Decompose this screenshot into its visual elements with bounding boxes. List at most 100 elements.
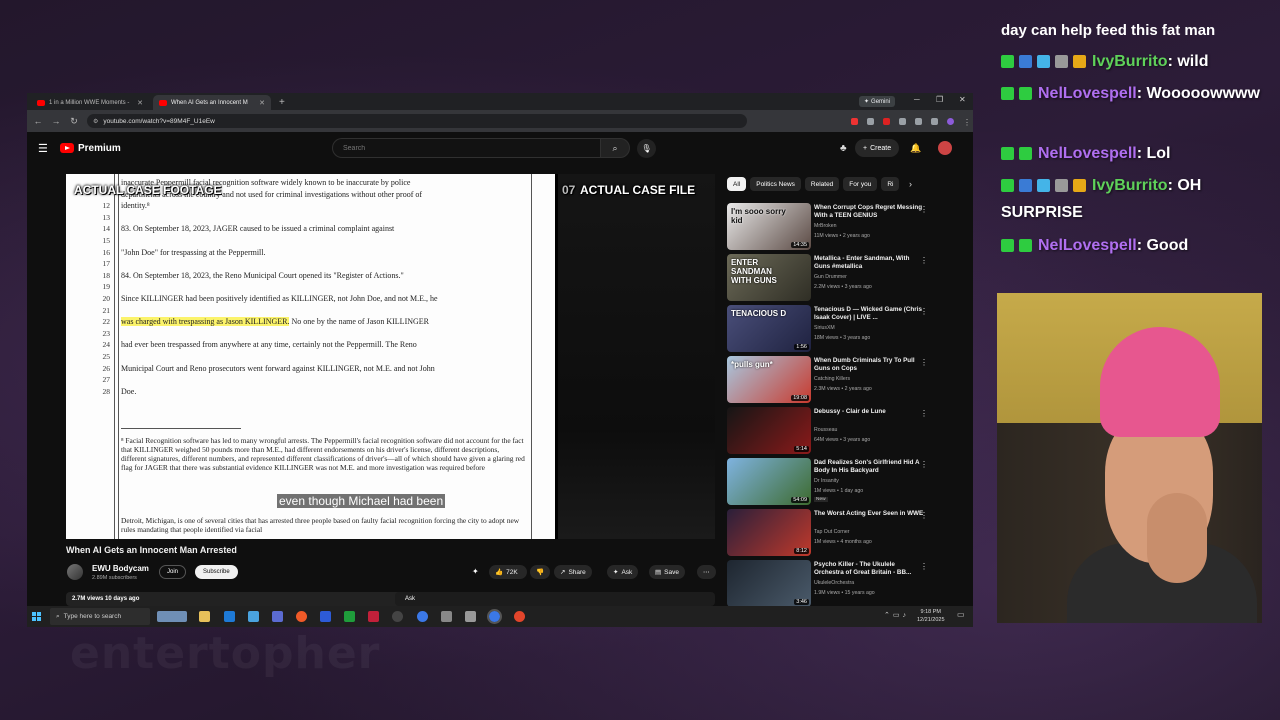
join-button[interactable]: Join (159, 565, 187, 579)
app-icon[interactable] (514, 611, 525, 622)
chrome-icon[interactable] (417, 611, 428, 622)
excel-icon[interactable] (344, 611, 355, 622)
minimize-icon[interactable]: ─ (914, 95, 920, 104)
browser-tab-1[interactable]: 1 in a Million WWE Moments - ✕ (31, 95, 149, 110)
cast-icon[interactable]: ♣ (840, 143, 847, 154)
filter-chip[interactable]: All (727, 177, 747, 191)
dislike-button[interactable]: 👎 (530, 565, 551, 579)
recommendation-channel[interactable]: UkuleleOrchestra (814, 580, 854, 586)
windows-start-icon[interactable] (32, 612, 41, 621)
edge-icon[interactable] (224, 611, 235, 622)
more-options-icon[interactable]: ⋮ (920, 409, 928, 418)
voice-search-button[interactable]: 🎙 (637, 138, 656, 158)
recommendation-item[interactable]: TENACIOUS D 1:56 Tenacious D — Wicked Game… (727, 305, 939, 353)
url-field[interactable]: ⚙ youtube.com/watch?v=89M4F_U1eEw (87, 114, 747, 128)
chevron-right-icon[interactable]: › (909, 179, 912, 189)
file-explorer-icon[interactable] (199, 611, 210, 622)
app-icon[interactable] (272, 611, 283, 622)
gemini-button[interactable]: ✦ Gemini (859, 96, 896, 107)
sparkle-icon[interactable]: ✦ (472, 567, 479, 576)
youtube-logo[interactable]: Premium (60, 143, 121, 154)
search-input[interactable] (332, 138, 600, 158)
video-thumbnail[interactable]: 54:09 (727, 458, 811, 505)
more-options-icon[interactable]: ⋮ (920, 460, 928, 469)
extension-icon[interactable] (931, 117, 938, 125)
more-options-icon[interactable]: ⋮ (920, 256, 928, 265)
ask-panel[interactable]: Ask (395, 592, 715, 606)
taskbar-search[interactable]: ⌕ Type here to search (50, 608, 150, 625)
hamburger-menu-icon[interactable]: ☰ (38, 142, 48, 155)
like-button[interactable]: 👍 72K (489, 565, 527, 579)
app-icon[interactable] (392, 611, 403, 622)
chat-username[interactable]: NelLovespell (1038, 237, 1137, 254)
recommendation-channel[interactable]: SiriusXM (814, 325, 835, 331)
recommendation-item[interactable]: ENTER SANDMAN WITH GUNS Metallica - Enter… (727, 254, 939, 302)
video-player[interactable]: inaccurate Peppermill facial recognition… (66, 174, 715, 539)
profile-icon[interactable] (947, 117, 954, 125)
video-thumbnail[interactable]: TENACIOUS D 1:56 (727, 305, 811, 352)
recommendation-channel[interactable]: Tap Out Corner (814, 529, 849, 535)
extension-icon[interactable] (899, 117, 906, 125)
filter-chip[interactable]: For you (843, 177, 878, 191)
account-avatar[interactable] (938, 141, 952, 155)
extension-icon[interactable] (851, 117, 858, 125)
save-button[interactable]: ▤ Save (649, 565, 685, 579)
recommendation-channel[interactable]: Gun Drummer (814, 274, 847, 280)
maximize-icon[interactable]: ❐ (936, 95, 943, 104)
ask-button[interactable]: ✦ Ask (607, 565, 639, 579)
recommendation-channel[interactable]: Dr Insanity (814, 478, 839, 484)
new-tab-icon[interactable]: + (279, 97, 285, 108)
more-options-icon[interactable]: ⋮ (920, 307, 928, 316)
chat-username[interactable]: NelLovespell (1038, 145, 1137, 162)
recommendation-channel[interactable]: MrBroken (814, 223, 837, 229)
recommendation-channel[interactable]: Catching Killers (814, 376, 850, 382)
recommendation-item[interactable]: I'm sooo sorry kid 14:35 When Corrupt Cops… (727, 203, 939, 251)
store-icon[interactable] (248, 611, 259, 622)
recommendation-channel[interactable]: Rousseau (814, 427, 837, 433)
clock[interactable]: 9:18 PM 12/21/2025 (917, 608, 945, 624)
firefox-icon[interactable] (296, 611, 307, 622)
video-thumbnail[interactable]: 3:46 (727, 560, 811, 607)
search-button[interactable]: ⌕ (600, 138, 630, 158)
recommendation-item[interactable]: 8:12 The Worst Acting Ever Seen in WWE Tap… (727, 509, 939, 557)
close-icon[interactable]: ✕ (259, 99, 265, 107)
video-thumbnail[interactable]: ENTER SANDMAN WITH GUNS (727, 254, 811, 301)
video-thumbnail[interactable]: 8:12 (727, 509, 811, 556)
site-info-icon[interactable]: ⚙ (93, 118, 98, 125)
chat-username[interactable]: IvyBurrito (1092, 177, 1168, 194)
more-options-icon[interactable]: ⋮ (920, 562, 928, 571)
browser-tab-2[interactable]: When AI Gets an Innocent M ✕ (153, 95, 271, 110)
recommendation-item[interactable]: 54:09 Dad Realizes Son's Girlfriend Hid A… (727, 458, 939, 506)
video-thumbnail[interactable]: *pulls gun* 19:08 (727, 356, 811, 403)
filter-chip[interactable]: Related (804, 177, 840, 191)
notifications-bell-icon[interactable]: 🔔 (910, 143, 921, 154)
extension-icon[interactable] (867, 117, 874, 125)
recommendation-item[interactable]: 3:46 Psycho Killer - The Ukulele Orchestr… (727, 560, 939, 608)
close-icon[interactable]: ✕ (137, 99, 143, 107)
recommendation-item[interactable]: *pulls gun* 19:08 When Dumb Criminals Try … (727, 356, 939, 404)
more-options-icon[interactable]: ⋮ (920, 511, 928, 520)
app-icon[interactable] (368, 611, 379, 622)
notifications-icon[interactable]: ▭ (957, 610, 965, 619)
channel-avatar[interactable] (67, 564, 83, 580)
chat-username[interactable]: NelLovespell (1038, 85, 1137, 102)
system-tray-icons[interactable]: ⌃▭♪ (884, 611, 909, 619)
app-icon[interactable] (465, 611, 476, 622)
subscribe-button[interactable]: Subscribe (195, 565, 238, 579)
extension-icon[interactable] (883, 117, 890, 125)
app-icon[interactable] (441, 611, 452, 622)
recommendation-item[interactable]: 5:14 Debussy - Clair de Lune Rousseau 64M v… (727, 407, 939, 455)
filter-chip[interactable]: Politics News (750, 177, 801, 191)
video-thumbnail[interactable]: I'm sooo sorry kid 14:35 (727, 203, 811, 250)
task-view-thumbnail[interactable] (157, 611, 187, 622)
menu-icon[interactable]: ⋮ (963, 118, 971, 127)
chat-username[interactable]: IvyBurrito (1092, 53, 1168, 70)
more-actions-button[interactable]: ⋯ (697, 565, 716, 579)
forward-icon[interactable]: → (51, 116, 61, 126)
chrome-active-icon[interactable] (487, 609, 502, 624)
create-button[interactable]: + Create (855, 139, 900, 157)
filter-chip[interactable]: Ri (881, 177, 900, 191)
more-options-icon[interactable]: ⋮ (920, 358, 928, 367)
more-options-icon[interactable]: ⋮ (920, 205, 928, 214)
share-button[interactable]: ↗ Share (554, 565, 592, 579)
